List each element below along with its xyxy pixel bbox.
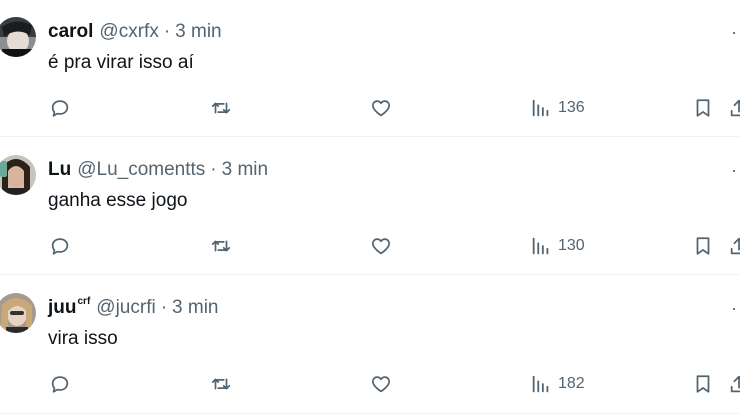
reply-icon xyxy=(51,100,69,117)
retweet-button[interactable] xyxy=(210,370,232,398)
share-button[interactable] xyxy=(728,94,740,122)
bookmark-button[interactable] xyxy=(692,94,714,122)
like-button[interactable] xyxy=(370,232,392,260)
tweet[interactable]: Lu @Lu_comentts · 3 min · ganha esse jog… xyxy=(0,138,740,275)
view-count: 182 xyxy=(558,375,585,392)
more-options-button[interactable]: · xyxy=(731,298,738,319)
separator-dot: · xyxy=(160,297,168,318)
share-button[interactable] xyxy=(728,370,740,398)
avatar[interactable] xyxy=(0,155,36,195)
view-count: 136 xyxy=(558,99,585,116)
timestamp[interactable]: 3 min xyxy=(172,297,218,319)
reply-button[interactable] xyxy=(49,370,71,398)
bookmark-icon xyxy=(696,237,710,255)
bookmark-button[interactable] xyxy=(692,370,714,398)
action-bar: 182 xyxy=(0,370,740,398)
timestamp[interactable]: 3 min xyxy=(222,159,268,181)
separator-dot: · xyxy=(210,159,217,180)
bookmark-button[interactable] xyxy=(692,232,714,260)
retweet-button[interactable] xyxy=(210,94,232,122)
separator-dot: · xyxy=(163,21,171,42)
retweet-button[interactable] xyxy=(210,232,232,260)
tweet-text: vira isso xyxy=(48,328,118,349)
bookmark-icon xyxy=(696,375,710,393)
avatar[interactable] xyxy=(0,293,36,333)
views-button[interactable]: 136 xyxy=(530,94,585,122)
views-button[interactable]: 182 xyxy=(530,370,585,398)
views-icon xyxy=(532,375,549,393)
more-options-button[interactable]: · xyxy=(731,160,738,181)
like-icon xyxy=(372,376,390,393)
retweet-icon xyxy=(211,378,231,390)
tweet-feed: carol @cxrfx · 3 min · é pra virar isso … xyxy=(0,0,740,416)
view-count: 130 xyxy=(558,237,585,254)
views-icon xyxy=(532,237,549,255)
reply-icon xyxy=(51,376,69,393)
share-icon xyxy=(730,99,740,117)
retweet-icon xyxy=(211,102,231,114)
tweet[interactable]: carol @cxrfx · 3 min · é pra virar isso … xyxy=(0,0,740,137)
tweet-header: juucrf @jucrfi · 3 min xyxy=(48,296,219,320)
more-options-button[interactable]: · xyxy=(731,22,738,43)
user-handle[interactable]: @cxrfx xyxy=(99,21,158,43)
reply-icon xyxy=(51,238,69,255)
views-button[interactable]: 130 xyxy=(530,232,585,260)
name-suffix: crf xyxy=(77,295,91,307)
reply-button[interactable] xyxy=(49,232,71,260)
views-icon xyxy=(532,99,549,117)
action-bar: 130 xyxy=(0,232,740,260)
tweet-header: Lu @Lu_comentts · 3 min xyxy=(48,158,268,182)
tweet[interactable]: juucrf @jucrfi · 3 min · vira isso 182 xyxy=(0,276,740,414)
display-name[interactable]: Lu xyxy=(48,159,71,181)
share-icon xyxy=(730,237,740,255)
like-button[interactable] xyxy=(370,370,392,398)
like-icon xyxy=(372,100,390,117)
avatar[interactable] xyxy=(0,17,36,57)
like-icon xyxy=(372,238,390,255)
tweet-text: ganha esse jogo xyxy=(48,190,188,211)
share-icon xyxy=(730,375,740,393)
tweet-header: carol @cxrfx · 3 min xyxy=(48,20,222,44)
tweet-text: é pra virar isso aí xyxy=(48,52,194,73)
action-bar: 136 xyxy=(0,94,740,122)
user-handle[interactable]: @jucrfi xyxy=(96,297,155,319)
user-handle[interactable]: @Lu_comentts xyxy=(77,159,205,181)
like-button[interactable] xyxy=(370,94,392,122)
retweet-icon xyxy=(211,240,231,252)
display-name[interactable]: carol xyxy=(48,21,93,43)
reply-button[interactable] xyxy=(49,94,71,122)
bookmark-icon xyxy=(696,99,710,117)
display-name[interactable]: juucrf xyxy=(48,295,91,319)
share-button[interactable] xyxy=(728,232,740,260)
timestamp[interactable]: 3 min xyxy=(175,21,221,43)
